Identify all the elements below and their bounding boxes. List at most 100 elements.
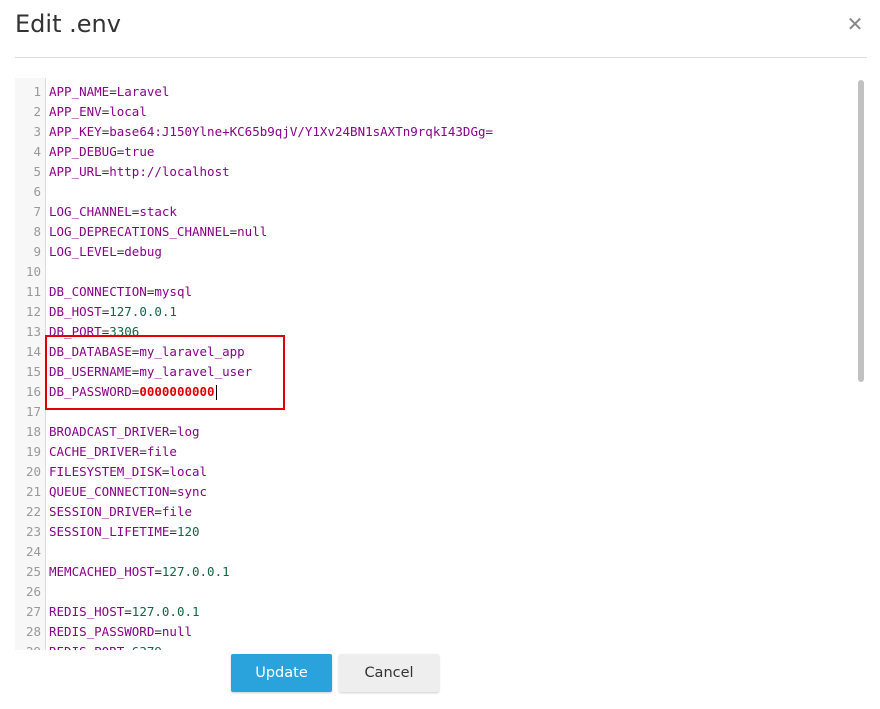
code-line[interactable]: 5 APP_URL=http://localhost xyxy=(15,162,867,182)
line-code: SESSION_DRIVER=file xyxy=(49,502,192,522)
dialog-title: Edit .env xyxy=(15,10,121,38)
line-code: DB_PORT=3306 xyxy=(49,322,139,342)
code-line[interactable]: 14 DB_DATABASE=my_laravel_app xyxy=(15,342,867,362)
code-line[interactable]: 15 DB_USERNAME=my_laravel_user xyxy=(15,362,867,382)
env-key: BROADCAST_DRIVER xyxy=(49,424,170,439)
line-code: APP_KEY=base64:J150Ylne+KC65b9qjV/Y1Xv24… xyxy=(49,122,493,142)
line-number: 23 xyxy=(25,524,41,539)
code-line[interactable]: 11 DB_CONNECTION=mysql xyxy=(15,282,867,302)
line-number: 13 xyxy=(25,324,41,339)
code-line[interactable]: 10 xyxy=(15,262,867,282)
line-number: 14 xyxy=(25,344,41,359)
code-line[interactable]: 18 BROADCAST_DRIVER=log xyxy=(15,422,867,442)
line-code: APP_ENV=local xyxy=(49,102,147,122)
line-number: 22 xyxy=(25,504,41,519)
env-value: 127.0.0.1 xyxy=(131,604,200,619)
line-number: 3 xyxy=(33,124,41,139)
line-number: 1 xyxy=(33,84,41,99)
env-key: CACHE_DRIVER xyxy=(49,444,140,459)
line-number: 27 xyxy=(25,604,41,619)
line-number: 29 xyxy=(15,642,45,650)
env-key: MEMCACHED_HOST xyxy=(49,564,155,579)
header-divider xyxy=(15,57,867,58)
equals-sign: = xyxy=(154,624,162,639)
line-number: 24 xyxy=(25,544,41,559)
line-code: BROADCAST_DRIVER=log xyxy=(49,422,200,442)
code-line[interactable]: 4 APP_DEBUG=true xyxy=(15,142,867,162)
code-line[interactable]: 26 xyxy=(15,582,867,602)
line-number: 28 xyxy=(25,624,41,639)
equals-sign: = xyxy=(169,484,177,499)
code-line[interactable]: 9 LOG_LEVEL=debug xyxy=(15,242,867,262)
code-line[interactable]: 27 REDIS_HOST=127.0.0.1 xyxy=(15,602,867,622)
env-key: APP_URL xyxy=(49,164,102,179)
line-code: DB_PASSWORD=0000000000 xyxy=(49,382,217,402)
text-cursor xyxy=(215,385,217,400)
code-line[interactable]: 23 SESSION_LIFETIME=120 xyxy=(15,522,867,542)
code-line[interactable]: 2 APP_ENV=local xyxy=(15,102,867,122)
code-line[interactable]: 8 LOG_DEPRECATIONS_CHANNEL=null xyxy=(15,222,867,242)
line-number: 26 xyxy=(25,584,41,599)
line-number: 2 xyxy=(33,104,41,119)
cancel-button[interactable]: Cancel xyxy=(339,654,439,692)
line-code: REDIS_PORT=6379 xyxy=(49,642,162,650)
line-number: 18 xyxy=(25,424,41,439)
env-value: null xyxy=(237,224,268,239)
code-line[interactable]: 22 SESSION_DRIVER=file xyxy=(15,502,867,522)
line-code: REDIS_HOST=127.0.0.1 xyxy=(49,602,200,622)
line-code: LOG_CHANNEL=stack xyxy=(49,202,177,222)
line-number: 9 xyxy=(33,244,41,259)
line-number: 5 xyxy=(33,164,41,179)
env-key: LOG_LEVEL xyxy=(49,244,117,259)
env-value: local xyxy=(109,104,147,119)
env-key: QUEUE_CONNECTION xyxy=(49,484,170,499)
code-line[interactable]: 17 xyxy=(15,402,867,422)
line-code: QUEUE_CONNECTION=sync xyxy=(49,482,207,502)
line-code: MEMCACHED_HOST=127.0.0.1 xyxy=(49,562,230,582)
code-line[interactable]: 1 APP_NAME=Laravel xyxy=(15,82,867,102)
code-line[interactable]: 7 LOG_CHANNEL=stack xyxy=(15,202,867,222)
env-value: true xyxy=(124,144,155,159)
line-code: DB_HOST=127.0.0.1 xyxy=(49,302,177,322)
env-value: 120 xyxy=(176,524,200,539)
code-line[interactable]: 6 xyxy=(15,182,867,202)
equals-sign: = xyxy=(169,424,177,439)
line-number: 21 xyxy=(25,484,41,499)
equals-sign: = xyxy=(169,524,177,539)
equals-sign: = xyxy=(124,644,132,650)
env-value: 127.0.0.1 xyxy=(161,564,230,579)
code-line[interactable]: 29 REDIS_PORT=6379 xyxy=(15,642,867,650)
code-line[interactable]: 13 DB_PORT=3306 xyxy=(15,322,867,342)
line-number: 25 xyxy=(25,564,41,579)
env-value: mysql xyxy=(154,284,193,299)
equals-sign: = xyxy=(109,84,117,99)
dialog-header: Edit .env ✕ xyxy=(0,0,880,58)
code-lines[interactable]: 1 APP_NAME=Laravel 2 APP_ENV=local 3 APP_KEY=… xyxy=(15,82,867,650)
code-line[interactable]: 24 xyxy=(15,542,867,562)
env-key: APP_DEBUG xyxy=(49,144,117,159)
code-line[interactable]: 12 DB_HOST=127.0.0.1 xyxy=(15,302,867,322)
env-key: DB_CONNECTION xyxy=(49,284,147,299)
code-editor[interactable]: 1 APP_NAME=Laravel 2 APP_ENV=local 3 APP_KEY=… xyxy=(15,78,867,650)
line-number: 6 xyxy=(33,184,41,199)
code-line[interactable]: 20 FILESYSTEM_DISK=local xyxy=(15,462,867,482)
env-key: SESSION_DRIVER xyxy=(49,504,155,519)
equals-sign: = xyxy=(124,604,132,619)
env-value: my_laravel_user xyxy=(139,364,253,379)
code-line[interactable]: 21 QUEUE_CONNECTION=sync xyxy=(15,482,867,502)
code-line[interactable]: 16 DB_PASSWORD=0000000000 xyxy=(15,382,867,402)
line-number: 20 xyxy=(25,464,41,479)
code-line[interactable]: 25 MEMCACHED_HOST=127.0.0.1 xyxy=(15,562,867,582)
line-number: 16 xyxy=(25,384,41,399)
code-line[interactable]: 28 REDIS_PASSWORD=null xyxy=(15,622,867,642)
editor-scrollbar[interactable] xyxy=(858,80,864,382)
line-number: 12 xyxy=(25,304,41,319)
code-line[interactable]: 3 APP_KEY=base64:J150Ylne+KC65b9qjV/Y1Xv2… xyxy=(15,122,867,142)
line-number: 11 xyxy=(25,284,41,299)
update-button[interactable]: Update xyxy=(231,654,332,692)
close-icon[interactable]: ✕ xyxy=(845,14,865,34)
line-code: DB_CONNECTION=mysql xyxy=(49,282,192,302)
code-line[interactable]: 19 CACHE_DRIVER=file xyxy=(15,442,867,462)
env-key: REDIS_PASSWORD xyxy=(49,624,155,639)
line-code: APP_URL=http://localhost xyxy=(49,162,230,182)
